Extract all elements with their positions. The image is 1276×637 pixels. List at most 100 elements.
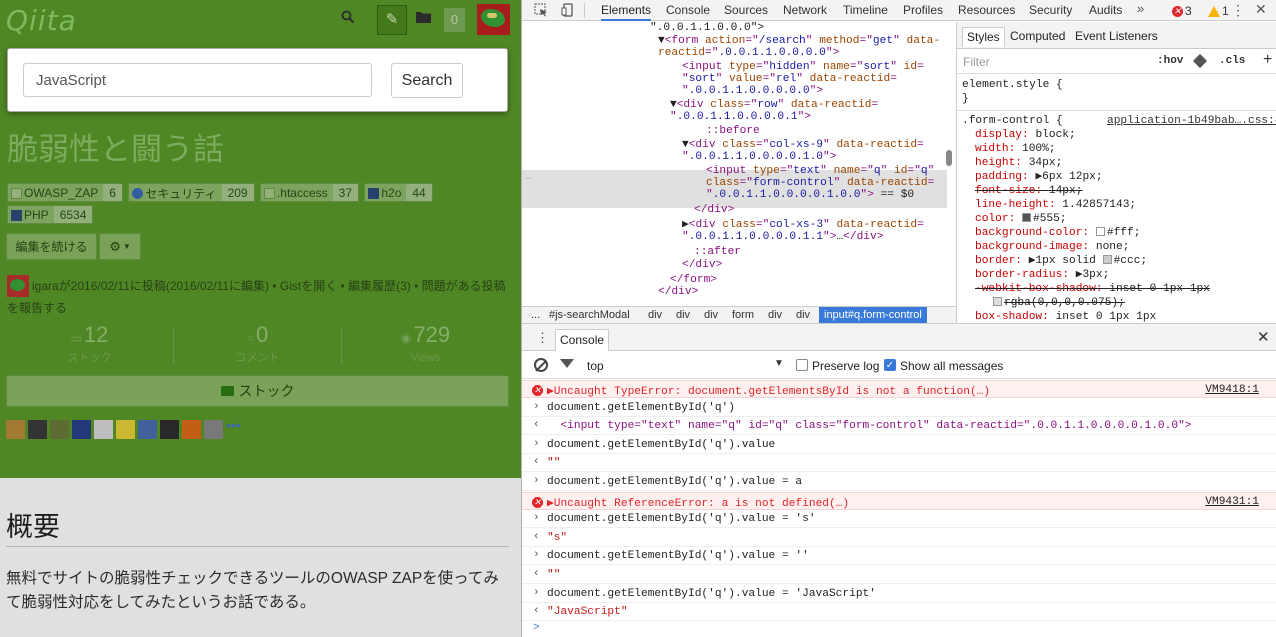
dom-node-line[interactable]: <input type="hidden" name="sort" id= [682,61,924,73]
dom-node-line[interactable]: ▼<form action="/search" method="get" dat… [658,35,940,47]
css-property[interactable]: padding: ▶6px 12px; [975,170,1103,184]
tab-resources[interactable]: Resources [958,0,1015,21]
search-button[interactable]: Search [391,63,463,98]
dom-node-line[interactable]: ▼<div class="col-xs-9" data-reactid= [682,139,924,151]
dom-node-line[interactable]: ".0.0.1.1.0.0.0.0.1.1">…</div> [682,231,883,243]
tab-timeline[interactable]: Timeline [843,0,888,21]
css-property[interactable]: border-radius: ▶3px; [975,268,1109,282]
console-prompt[interactable]: > [522,622,1276,637]
breadcrumb-item[interactable]: ... [531,309,540,321]
error-counter[interactable]: ✕ 3 [1172,4,1192,18]
console-input-row[interactable]: › document.getElementById('q').value = '' [522,547,1276,566]
dom-node-line[interactable]: </div> [682,259,722,271]
console-error-row[interactable]: ✕ ▶Uncaught ReferenceError: a is not defi… [522,491,1276,510]
dom-node-line[interactable]: ".0.0.1.1.0.0.0.0.1.0.0"> == $0 [706,189,914,201]
search-input[interactable] [23,63,372,97]
console-output-row[interactable]: ‹ <input type="text" name="q" id="q" cla… [522,417,1276,436]
clear-console-icon[interactable] [534,358,548,372]
tab-console[interactable]: Console [666,0,710,21]
tab-network[interactable]: Network [783,0,827,21]
dom-node-line[interactable]: ▼<div class="row" data-reactid= [670,99,878,111]
color-swatch[interactable] [1022,213,1031,222]
dom-node-line[interactable]: class="form-control" data-reactid= [706,177,934,189]
dom-node-line[interactable]: <input type="text" name="q" id="q" [706,165,934,177]
show-all-messages-checkbox[interactable]: ✓ [884,359,896,371]
filter-icon[interactable] [560,359,574,368]
breadcrumb-item[interactable]: div [704,309,718,321]
breadcrumb-item[interactable]: div [648,309,662,321]
console-source-link[interactable]: VM9431:1 [1205,496,1259,508]
context-select[interactable]: top [587,359,604,373]
paint-icon[interactable] [1192,53,1208,69]
dom-node-line[interactable]: reactid=".0.0.1.1.0.0.0.0"> [658,47,839,59]
dom-node-line[interactable]: ".0.0.1.1.0.0.0.0.1.0"> [682,151,836,163]
tab-computed[interactable]: Computed [1006,27,1069,47]
console-input-row[interactable]: › document.getElementById('q').value = 'J… [522,585,1276,603]
css-property[interactable]: line-height: 1.42857143; [975,198,1136,212]
close-icon[interactable]: ✕ [1255,1,1267,18]
css-property[interactable]: color: #555; [975,212,1067,226]
dom-node-line[interactable]: ▶<div class="col-xs-3" data-reactid= [682,219,924,231]
tab-audits[interactable]: Audits [1089,0,1122,21]
console-output-row[interactable]: ‹ "s" [522,529,1276,547]
tab-event-listeners[interactable]: Event Listeners [1071,27,1162,47]
inspect-element-icon[interactable] [533,3,549,18]
console-input-row[interactable]: › document.getElementById('q').value = a [522,473,1276,491]
dom-node-line[interactable]: ".0.0.1.1.0.0.0.0.0"> [682,85,823,97]
kebab-menu-icon[interactable]: ⋮ [536,330,549,346]
scrollbar-thumb[interactable] [946,150,952,166]
css-property[interactable]: -webkit-box-shadow: inset 0 1px 1px [975,282,1210,296]
tab-security[interactable]: Security [1029,0,1072,21]
preserve-log-label[interactable]: Preserve log [812,359,879,373]
console-input-row[interactable]: › document.getElementById('q').value [522,436,1276,454]
breadcrumb-item-active[interactable]: input#q.form-control [819,307,927,324]
add-rule-icon[interactable]: + [1263,51,1272,69]
dom-node-line[interactable]: ::before [706,125,760,137]
close-icon[interactable]: ✕ [1257,328,1270,346]
dom-node-line[interactable]: ".0.0.1.1.0.0.0"> [650,22,764,34]
dom-node-line[interactable]: "sort" value="rel" data-reactid= [682,73,897,85]
tab-elements[interactable]: Elements [601,0,652,21]
color-swatch[interactable] [1095,227,1105,236]
class-toggle[interactable]: .cls [1219,55,1245,67]
css-property[interactable]: rgba(0,0,0,0.075); [993,296,1125,310]
kebab-menu-icon[interactable]: ⋮ [1231,2,1245,19]
dom-node-line[interactable]: </form> [670,274,717,286]
tab-styles[interactable]: Styles [962,27,1005,47]
device-mode-icon[interactable] [560,3,576,18]
console-input-row[interactable]: › document.getElementById('q') [522,399,1276,417]
css-property[interactable]: font-size: 14px; [975,184,1082,198]
tab-sources[interactable]: Sources [724,0,768,21]
color-swatch[interactable] [1102,255,1112,264]
warning-counter[interactable]: 1 [1208,4,1229,18]
breadcrumb-item[interactable]: #js-searchModal [549,309,630,321]
dom-node-line[interactable]: </div> [694,204,734,216]
hover-state-toggle[interactable]: :hov [1157,55,1183,67]
tab-profiles[interactable]: Profiles [903,0,943,21]
dom-node-line[interactable]: ".0.0.1.1.0.0.0.0.1"> [670,111,811,123]
tab-drawer-console[interactable]: Console [555,329,610,351]
console-output-row[interactable]: ‹ "" [522,566,1276,584]
preserve-log-checkbox[interactable] [796,359,808,371]
breadcrumb-item[interactable]: form [732,309,754,321]
css-property[interactable]: border: ▶1px solid #ccc; [975,254,1147,268]
console-input-row[interactable]: › document.getElementById('q').value = 's… [522,510,1276,529]
css-property[interactable]: background-image: none; [975,240,1129,254]
css-property[interactable]: display: block; [975,128,1076,142]
css-property[interactable]: box-shadow: inset 0 1px 1px [975,310,1156,323]
breadcrumb-item[interactable]: div [796,309,810,321]
color-swatch[interactable] [993,297,1002,306]
chevron-down-icon[interactable]: ▼ [774,358,784,369]
breadcrumb-item[interactable]: div [676,309,690,321]
show-all-messages-label[interactable]: Show all messages [900,359,1003,373]
css-property[interactable]: background-color: #fff; [975,226,1140,240]
console-source-link[interactable]: VM9418:1 [1205,384,1259,396]
css-property[interactable]: width: 100%; [975,142,1056,156]
dom-node-line[interactable]: ::after [694,246,741,258]
console-error-row[interactable]: ✕ ▶Uncaught TypeError: document.getElemen… [522,380,1276,398]
console-output-row[interactable]: ‹ "" [522,454,1276,473]
styles-filter-input[interactable]: Filter [963,55,990,69]
breadcrumb-item[interactable]: div [768,309,782,321]
css-property[interactable]: height: 34px; [975,156,1062,170]
rule-source-link[interactable]: application-1b49bab….css:4 [1107,114,1276,128]
